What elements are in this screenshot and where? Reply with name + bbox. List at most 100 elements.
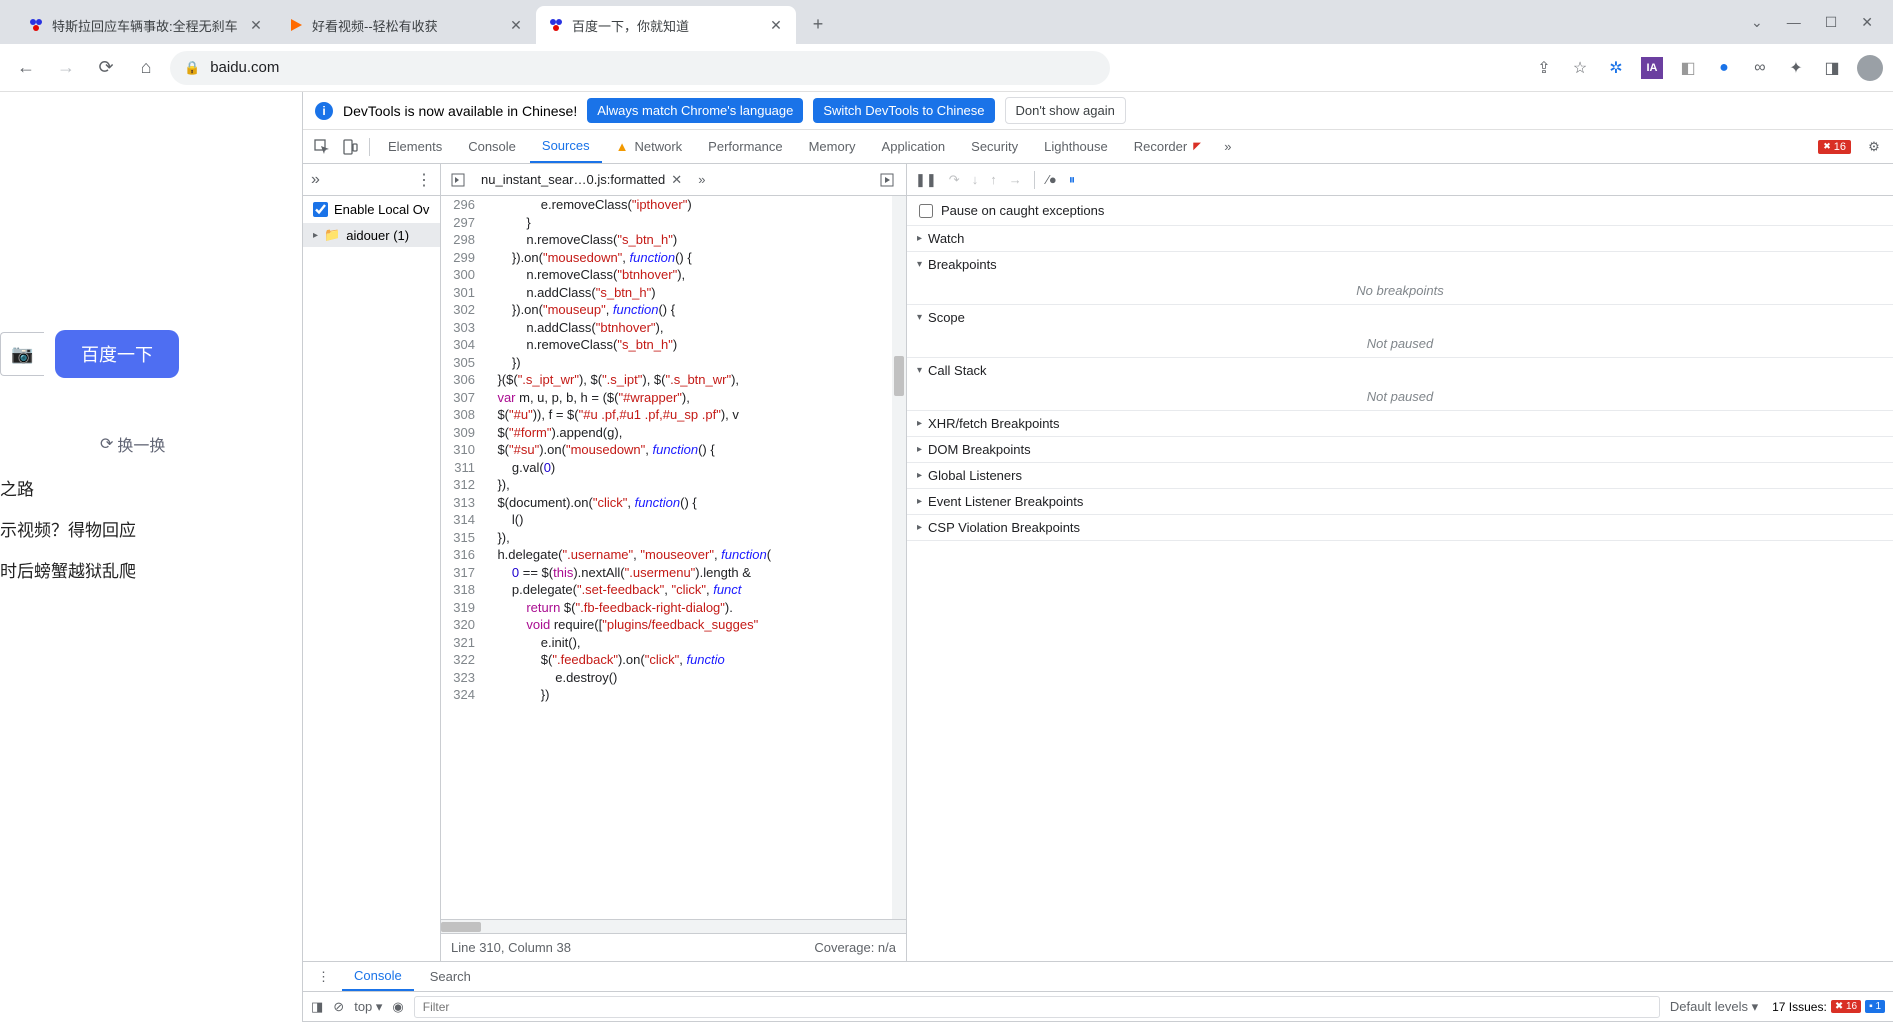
- extension-icon[interactable]: ∞: [1749, 57, 1771, 79]
- back-button[interactable]: ←: [10, 52, 42, 84]
- news-item[interactable]: 时后螃蟹越狱乱爬: [0, 557, 136, 582]
- tab-application[interactable]: Application: [870, 130, 958, 163]
- more-icon[interactable]: »: [311, 171, 320, 189]
- more-tabs-icon[interactable]: »: [1215, 134, 1241, 160]
- context-selector[interactable]: top ▾: [354, 999, 382, 1015]
- browser-tab[interactable]: 特斯拉回应车辆事故:全程无刹车 ✕: [16, 6, 276, 44]
- clear-console-icon[interactable]: ⊘: [333, 999, 344, 1015]
- tab-security[interactable]: Security: [959, 130, 1030, 163]
- close-icon[interactable]: ✕: [508, 17, 524, 33]
- minimize-icon[interactable]: —: [1787, 14, 1801, 30]
- code-editor[interactable]: 296 297 298 299 300 301 302 303 304 305 …: [441, 196, 906, 919]
- tab-network[interactable]: ▲Network: [604, 130, 695, 163]
- kebab-icon[interactable]: ⋮: [416, 170, 432, 190]
- tab-console[interactable]: Console: [456, 130, 528, 163]
- deactivate-breakpoints-icon[interactable]: ⁄●: [1047, 172, 1057, 187]
- close-window-icon[interactable]: ✕: [1861, 14, 1873, 31]
- maximize-icon[interactable]: ☐: [1825, 14, 1838, 31]
- error-count-badge[interactable]: 16: [1818, 140, 1851, 154]
- home-button[interactable]: ⌂: [130, 52, 162, 84]
- global-listeners-section[interactable]: Global Listeners: [907, 463, 1893, 489]
- console-filter-input[interactable]: [414, 996, 1660, 1018]
- chevron-down-icon[interactable]: ⌄: [1751, 14, 1763, 31]
- bookmark-icon[interactable]: ☆: [1569, 57, 1591, 79]
- live-expression-icon[interactable]: ◉: [392, 999, 403, 1015]
- language-banner: i DevTools is now available in Chinese! …: [303, 92, 1893, 130]
- refresh-trending-button[interactable]: ⟳ 换一换: [100, 432, 165, 456]
- share-icon[interactable]: ⇪: [1533, 57, 1555, 79]
- devtools-panel: i DevTools is now available in Chinese! …: [302, 92, 1893, 1022]
- dont-show-button[interactable]: Don't show again: [1005, 97, 1126, 124]
- new-tab-button[interactable]: +: [802, 8, 834, 40]
- folder-label: aidouer (1): [346, 228, 409, 243]
- inspect-icon[interactable]: [309, 134, 335, 160]
- tab-elements[interactable]: Elements: [376, 130, 454, 163]
- extension-icon[interactable]: ●: [1713, 57, 1735, 79]
- step-out-icon[interactable]: ↑: [990, 172, 997, 187]
- reload-button[interactable]: ⟳: [90, 52, 122, 84]
- extension-icon[interactable]: ◧: [1677, 57, 1699, 79]
- extension-icon[interactable]: ✲: [1605, 57, 1627, 79]
- event-listener-breakpoints-section[interactable]: Event Listener Breakpoints: [907, 489, 1893, 515]
- tab-sources[interactable]: Sources: [530, 130, 602, 163]
- browser-tab[interactable]: 好看视频--轻松有收获 ✕: [276, 6, 536, 44]
- tab-lighthouse[interactable]: Lighthouse: [1032, 130, 1120, 163]
- csp-breakpoints-section[interactable]: CSP Violation Breakpoints: [907, 515, 1893, 541]
- step-into-icon[interactable]: ↓: [972, 172, 979, 187]
- tab-performance[interactable]: Performance: [696, 130, 794, 163]
- enable-overrides-checkbox[interactable]: [313, 202, 328, 217]
- sidepanel-icon[interactable]: ◨: [1821, 57, 1843, 79]
- run-snippet-icon[interactable]: [874, 173, 900, 187]
- editor-tab-bar: nu_instant_sear…0.js:formatted ✕ »: [441, 164, 906, 196]
- chevron-right-icon: ▸: [313, 230, 318, 241]
- close-icon[interactable]: ✕: [248, 17, 264, 33]
- switch-chinese-button[interactable]: Switch DevTools to Chinese: [813, 98, 994, 123]
- file-tab[interactable]: nu_instant_sear…0.js:formatted ✕: [473, 164, 690, 195]
- url-field[interactable]: 🔒 baidu.com: [170, 51, 1110, 85]
- camera-icon[interactable]: 📷: [0, 332, 44, 376]
- profile-avatar[interactable]: [1857, 55, 1883, 81]
- tab-memory[interactable]: Memory: [797, 130, 868, 163]
- forward-button[interactable]: →: [50, 52, 82, 84]
- browser-tab-active[interactable]: 百度一下，你就知道 ✕: [536, 6, 796, 44]
- tab-recorder[interactable]: Recorder ◤: [1122, 130, 1213, 163]
- step-over-icon[interactable]: ↷: [949, 172, 960, 188]
- breakpoints-section[interactable]: BreakpointsNo breakpoints: [907, 252, 1893, 305]
- more-icon[interactable]: »: [694, 172, 709, 187]
- vertical-scrollbar[interactable]: [892, 196, 906, 919]
- news-item[interactable]: 示视频？得物回应: [0, 516, 136, 541]
- kebab-icon[interactable]: ⋮: [309, 969, 338, 985]
- match-language-button[interactable]: Always match Chrome's language: [587, 98, 803, 123]
- horizontal-scrollbar[interactable]: [441, 919, 906, 933]
- close-icon[interactable]: ✕: [768, 17, 784, 33]
- news-item[interactable]: 之路: [0, 475, 34, 500]
- enable-overrides-row[interactable]: Enable Local Ov: [303, 196, 440, 223]
- scope-section[interactable]: ScopeNot paused: [907, 305, 1893, 358]
- folder-item[interactable]: ▸ 📁 aidouer (1): [303, 223, 440, 247]
- device-icon[interactable]: [337, 134, 363, 160]
- pause-checkbox[interactable]: [919, 204, 933, 218]
- issues-badge[interactable]: 17 Issues: ✖ 16 ▪ 1: [1772, 1000, 1885, 1014]
- extension-icon[interactable]: IA: [1641, 57, 1663, 79]
- pause-exceptions-icon[interactable]: ⏸: [1069, 172, 1076, 188]
- search-button[interactable]: 百度一下: [55, 330, 179, 378]
- pause-on-exceptions-row[interactable]: Pause on caught exceptions: [907, 196, 1893, 226]
- close-icon[interactable]: ✕: [671, 172, 682, 188]
- callstack-section[interactable]: Call StackNot paused: [907, 358, 1893, 411]
- history-icon[interactable]: [447, 173, 469, 187]
- folder-icon: 📁: [324, 227, 340, 243]
- dom-breakpoints-section[interactable]: DOM Breakpoints: [907, 437, 1893, 463]
- sidebar-toggle-icon[interactable]: ◨: [311, 999, 323, 1015]
- xhr-breakpoints-section[interactable]: XHR/fetch Breakpoints: [907, 411, 1893, 437]
- pause-icon[interactable]: ❚❚: [915, 172, 937, 188]
- extensions-menu-icon[interactable]: ✦: [1785, 57, 1807, 79]
- gear-icon[interactable]: ⚙: [1861, 134, 1887, 160]
- editor-status-bar: Line 310, Column 38 Coverage: n/a: [441, 933, 906, 961]
- navigator-header: » ⋮: [303, 164, 440, 196]
- drawer-tab-console[interactable]: Console: [342, 962, 414, 991]
- code-content: e.removeClass("ipthover") } n.removeClas…: [483, 196, 906, 919]
- drawer-tab-search[interactable]: Search: [418, 962, 483, 991]
- watch-section[interactable]: Watch: [907, 226, 1893, 252]
- log-levels-selector[interactable]: Default levels ▾: [1670, 999, 1758, 1015]
- step-icon[interactable]: →: [1009, 172, 1022, 187]
